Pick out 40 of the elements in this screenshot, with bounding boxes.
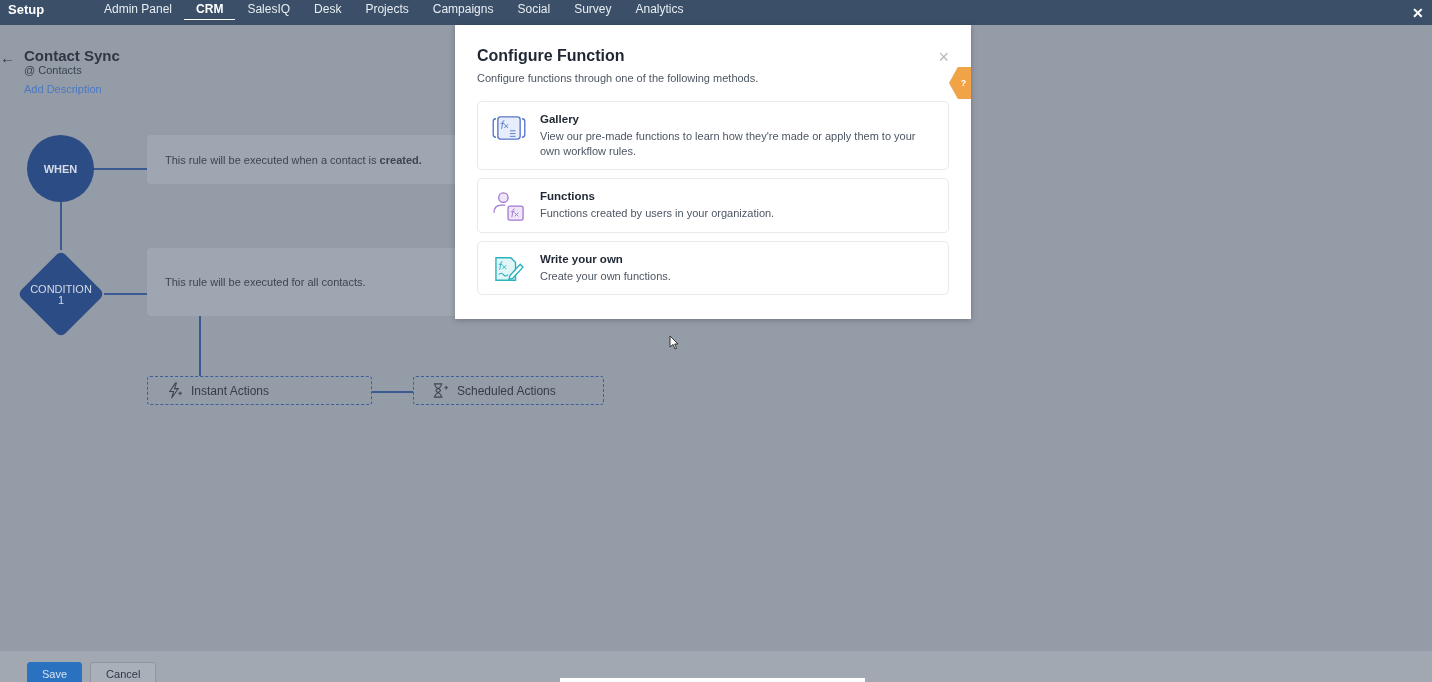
action-button[interactable]: Scheduled Actions xyxy=(413,376,604,405)
lightning-icon xyxy=(166,382,183,399)
hourglass-icon xyxy=(432,382,449,399)
option-title: Write your own xyxy=(540,253,624,265)
back-button[interactable]: ← xyxy=(0,47,18,67)
rule-title: Contact Sync xyxy=(24,47,120,64)
nav-tab[interactable]: Desk xyxy=(302,0,354,20)
nav-tab[interactable]: CRM xyxy=(184,0,236,20)
nav-tab[interactable]: Admin Panel xyxy=(92,0,185,20)
function-option[interactable]: Functions Functions created by users in your organization. xyxy=(477,178,949,233)
option-title: Gallery xyxy=(540,113,580,125)
function-option[interactable]: Gallery View our pre-made functions to learn how they're made or apply them to your own workflow rules. xyxy=(477,101,949,170)
footer-button[interactable]: Cancel xyxy=(90,662,157,682)
option-description: Functions created by users in your organization. xyxy=(540,206,775,221)
close-button[interactable]: ✕ xyxy=(1412,4,1424,21)
nav-tab[interactable]: Projects xyxy=(353,0,421,20)
dialog-subtitle: Configure functions through one of the following methods. xyxy=(477,72,760,84)
nav-tab[interactable]: Social xyxy=(505,0,563,20)
rule-text: This rule will be executed when a contact is created. xyxy=(165,153,422,166)
nav-tab[interactable]: Survey xyxy=(562,0,624,20)
condition-label: CONDITION xyxy=(30,284,92,295)
when-node: WHEN xyxy=(27,135,94,202)
action-button[interactable]: Instant Actions xyxy=(147,376,372,405)
option-title: Functions xyxy=(540,190,596,202)
option-description: View our pre-made functions to learn how they're made or apply them to your own workflow rules. xyxy=(540,129,917,159)
nav-tab[interactable]: Campaigns xyxy=(420,0,506,20)
function-option[interactable]: Write your own Create your own functions. xyxy=(477,241,949,295)
nav-tab[interactable]: SalesIQ xyxy=(235,0,303,20)
edit-function-icon xyxy=(492,255,526,283)
function-gallery-icon xyxy=(492,115,526,141)
dialog-title: Configure Function xyxy=(477,47,625,65)
rule-text: This rule will be executed for all contacts. xyxy=(165,276,366,288)
user-function-icon xyxy=(492,192,526,222)
option-description: Create your own functions. xyxy=(540,269,671,284)
footer-button[interactable]: Save xyxy=(27,662,83,682)
nav-tab[interactable]: Analytics xyxy=(623,0,696,20)
condition-number: 1 xyxy=(57,295,65,306)
setup-title: Setup xyxy=(8,2,46,17)
module-label: @ Contacts xyxy=(24,64,83,76)
cursor-icon xyxy=(669,335,679,350)
